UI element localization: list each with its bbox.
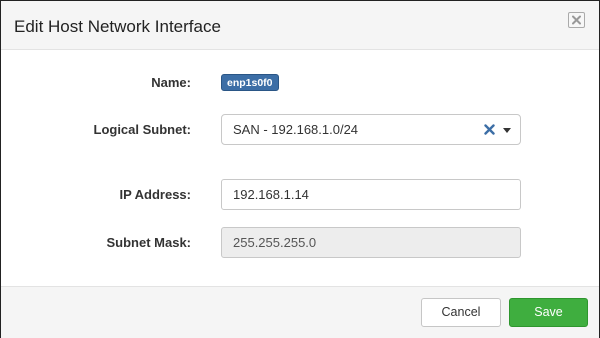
dialog-title: Edit Host Network Interface [14, 17, 221, 36]
ip-address-input[interactable]: 192.168.1.14 [221, 179, 521, 210]
interface-name-badge: enp1s0f0 [221, 74, 279, 91]
subnet-mask-field: 255.255.255.0 [221, 227, 521, 258]
logical-subnet-selected-value: SAN - 192.168.1.0/24 [233, 122, 359, 137]
edit-host-network-interface-dialog: Edit Host Network Interface Name: enp1s0… [0, 0, 600, 338]
close-button[interactable] [568, 12, 585, 28]
caret-down-icon[interactable] [503, 128, 511, 133]
name-label: Name: [151, 75, 191, 90]
close-icon [572, 15, 581, 25]
dialog-header: Edit Host Network Interface [1, 1, 599, 50]
subnet-mask-label: Subnet Mask: [106, 235, 191, 250]
save-button[interactable]: Save [509, 298, 588, 327]
ip-address-label: IP Address: [119, 187, 191, 202]
cancel-button[interactable]: Cancel [421, 298, 501, 327]
clear-x-icon[interactable] [484, 124, 495, 135]
logical-subnet-label: Logical Subnet: [93, 122, 192, 137]
dialog-footer: Cancel Save [1, 286, 599, 338]
logical-subnet-select[interactable]: SAN - 192.168.1.0/24 [221, 114, 521, 145]
